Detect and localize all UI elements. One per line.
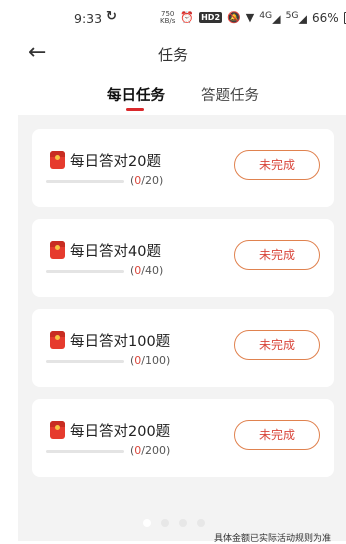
task-status-button[interactable]: 未完成 (234, 330, 320, 360)
alarm-icon: ⏰ (180, 11, 195, 25)
hd-icon: HD2 (199, 12, 223, 24)
progress-total: /100 (141, 354, 166, 367)
page-dot (179, 519, 187, 527)
page-indicator (143, 519, 205, 527)
battery-percent: 66% (311, 10, 339, 25)
network-speed: 750 KB/s (160, 10, 176, 25)
progress-total: /40 (141, 264, 159, 277)
footer-note: 具体金额已实际活动规则为准 (214, 534, 332, 544)
sync-icon: ↻ (106, 9, 117, 24)
status-time: 9:33 (74, 11, 103, 26)
tab-active-indicator (126, 108, 144, 111)
task-card: 每日答对200题 (0/200) 未完成 (32, 399, 334, 477)
task-status-button[interactable]: 未完成 (234, 240, 320, 270)
task-title: 每日答对200题 (70, 424, 171, 440)
network-speed-unit: KB/s (160, 16, 176, 25)
status-bar: 9:33 ↻ 750 KB/s ⏰ HD2 🔕 ▼ 4G◢ 5G◢ 66% (0, 0, 346, 36)
page-title: 任务 (157, 46, 188, 64)
signal-5g-icon: 5G◢ (285, 10, 307, 26)
progress-text: (0/20) (130, 174, 164, 187)
red-envelope-icon (50, 421, 65, 439)
page-dot (161, 519, 169, 527)
tab-bar: 每日任务 答题任务 (0, 80, 346, 112)
progress-total: /200 (141, 444, 166, 457)
progress-bar (46, 180, 124, 183)
tab-daily-tasks[interactable]: 每日任务 (107, 84, 165, 105)
mute-icon: 🔕 (227, 11, 241, 25)
red-envelope-icon (50, 331, 65, 349)
progress-bar (46, 360, 124, 363)
progress-text: (0/40) (130, 264, 164, 277)
nav-bar: ← 任务 (0, 36, 346, 72)
task-title: 每日答对40题 (70, 244, 161, 260)
task-card: 每日答对20题 (0/20) 未完成 (32, 129, 334, 207)
task-title: 每日答对100题 (70, 334, 171, 350)
task-title: 每日答对20题 (70, 154, 161, 170)
red-envelope-icon (50, 241, 65, 259)
task-status-button[interactable]: 未完成 (234, 420, 320, 450)
task-status-button[interactable]: 未完成 (234, 150, 320, 180)
progress-bar (46, 270, 124, 273)
progress-bar (46, 450, 124, 453)
progress-total: /20 (141, 174, 159, 187)
signal-4g-icon: 4G◢ (259, 10, 281, 26)
tab-quiz-tasks[interactable]: 答题任务 (201, 84, 259, 105)
progress-text: (0/200) (130, 444, 171, 457)
page-dot (197, 519, 205, 527)
signal-5g-label: 5G (285, 10, 299, 21)
task-card: 每日答对100题 (0/100) 未完成 (32, 309, 334, 387)
red-envelope-icon (50, 151, 65, 169)
signal-4g-label: 4G (259, 10, 273, 21)
status-icons: 750 KB/s ⏰ HD2 🔕 ▼ 4G◢ 5G◢ 66% (160, 10, 346, 26)
wifi-icon: ▼ (245, 11, 255, 25)
page-dot (143, 519, 151, 527)
task-card: 每日答对40题 (0/40) 未完成 (32, 219, 334, 297)
progress-text: (0/100) (130, 354, 171, 367)
